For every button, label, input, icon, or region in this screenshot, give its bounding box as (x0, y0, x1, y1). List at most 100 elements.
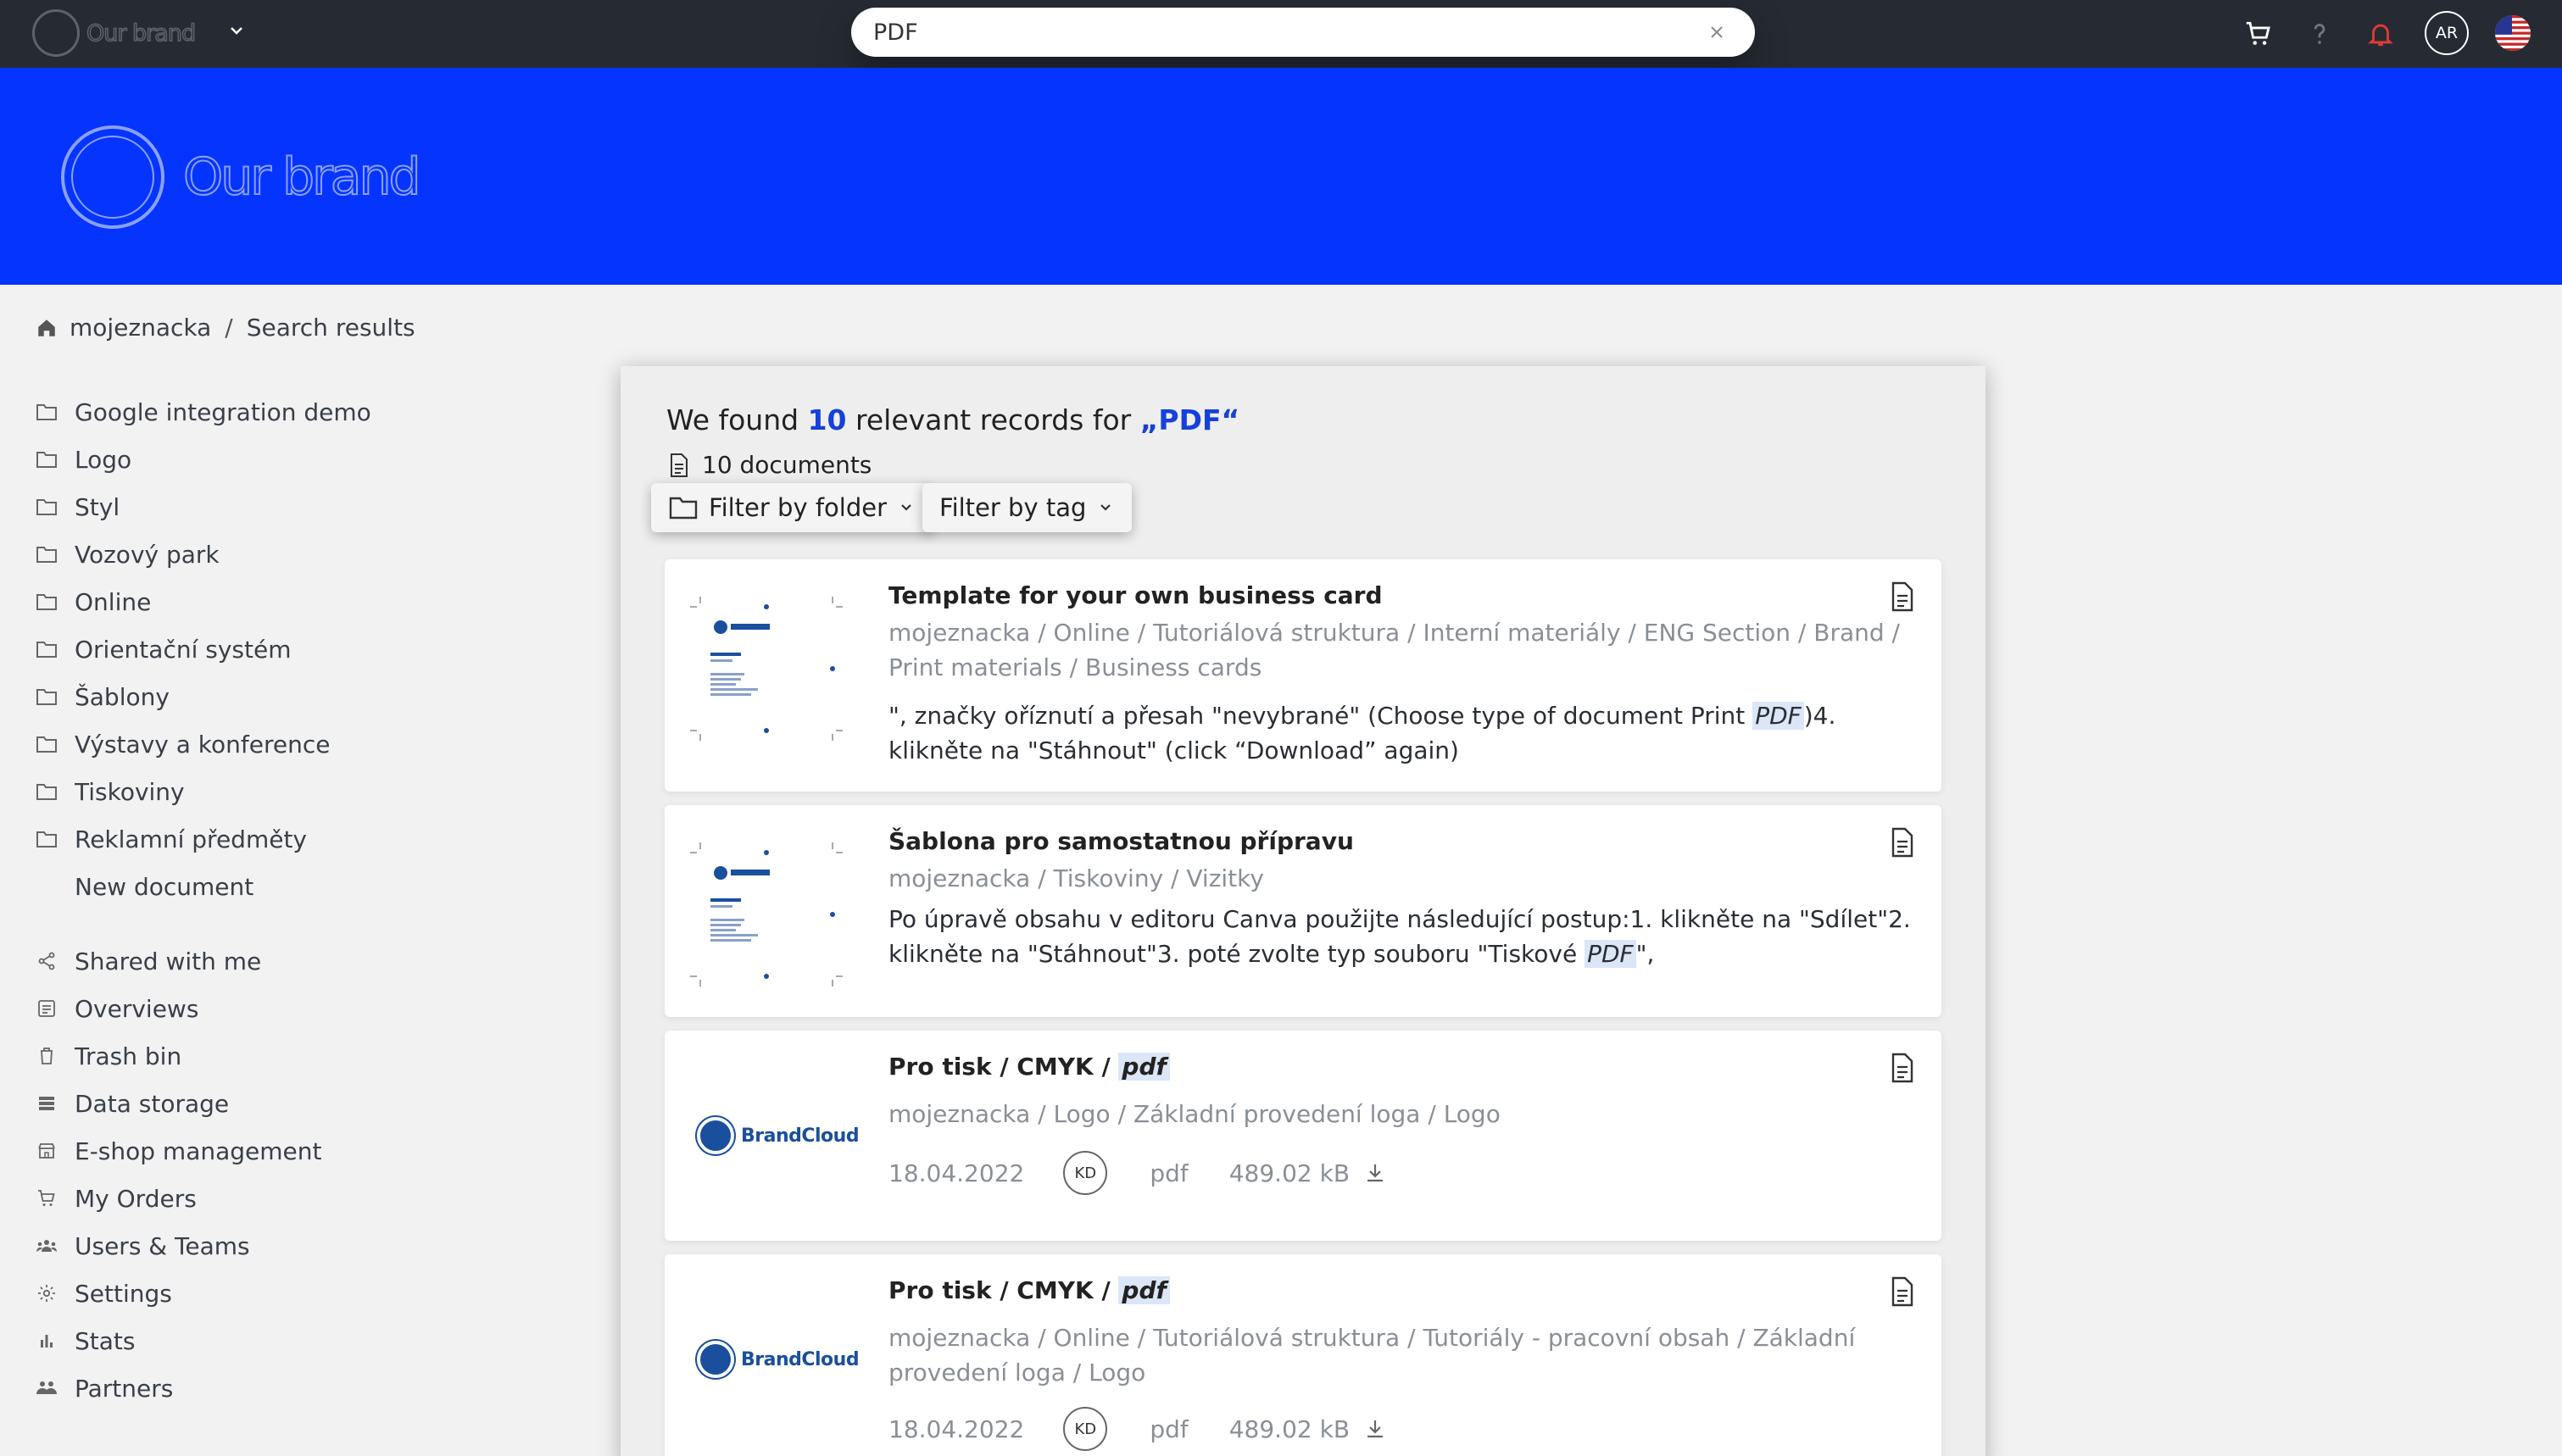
filter-by-tag-button[interactable]: Filter by tag (922, 483, 1133, 532)
sidebar-item-orders[interactable]: My Orders (34, 1181, 197, 1215)
author-avatar[interactable]: KD (1063, 1407, 1108, 1451)
sidebar-item-stats[interactable]: Stats (34, 1324, 135, 1358)
result-path: mojeznacka / Online / Tutoriálová strukt… (888, 1324, 1856, 1387)
brandcloud-logo-thumbnail: BrandCloud (697, 1341, 860, 1378)
brand-switcher[interactable]: Our brand (32, 9, 197, 57)
sidebar-item-label: Settings (75, 1279, 172, 1308)
sidebar-folder-label: Online (75, 587, 152, 616)
folder-icon (34, 636, 59, 662)
result-path: mojeznacka / Tiskoviny / Vizitky (888, 864, 1264, 892)
document-icon (1891, 581, 1913, 612)
top-bar: Our brand AR (0, 0, 2562, 68)
result-card[interactable]: BrandCloud Pro tisk / CMYK / pdf mojezna… (665, 1254, 1941, 1456)
sidebar-item-label: Trash bin (75, 1042, 182, 1070)
partners-icon (34, 1375, 59, 1401)
results-count: 10 (807, 403, 847, 436)
document-icon (1891, 1276, 1913, 1307)
sidebar-item-users-teams[interactable]: Users & Teams (34, 1229, 250, 1263)
sidebar-folder[interactable]: Vozový park (34, 537, 220, 571)
folder-icon (34, 447, 59, 472)
result-title[interactable]: Template for your own business card (888, 581, 1383, 609)
folder-icon (34, 684, 59, 709)
result-card[interactable]: Šablona pro samostatnou přípravu mojezna… (665, 805, 1941, 1017)
filter-by-folder-label: Filter by folder (709, 493, 888, 522)
filter-by-folder-button[interactable]: Filter by folder (651, 483, 933, 532)
results-summary: We found 10 relevant records for „PDF“ (666, 403, 1239, 436)
folder-icon (34, 826, 59, 852)
document-icon (1891, 1053, 1913, 1083)
result-snippet: Po úpravě obsahu v editoru Canva použijt… (888, 902, 1923, 971)
cart-icon[interactable] (2242, 17, 2275, 51)
sidebar-item-label: Shared with me (75, 947, 262, 975)
sidebar-item-shared[interactable]: Shared with me (34, 944, 261, 978)
sidebar-item-data-storage[interactable]: Data storage (34, 1086, 229, 1120)
document-count: 10 documents (668, 451, 872, 479)
avatar[interactable]: AR (2425, 11, 2469, 55)
sidebar-folder[interactable]: Tiskoviny (34, 775, 185, 809)
result-card[interactable]: BrandCloud Pro tisk / CMYK / pdf mojezna… (665, 1031, 1941, 1241)
result-card[interactable]: Template for your own business card moje… (665, 559, 1941, 792)
banner-brand-name: Our brand (182, 147, 422, 208)
folder-icon (34, 494, 59, 520)
sidebar-item-trash[interactable]: Trash bin (34, 1039, 181, 1073)
result-title[interactable]: Pro tisk / CMYK / pdf (888, 1276, 1170, 1304)
result-title[interactable]: Šablona pro samostatnou přípravu (888, 827, 1354, 855)
us-flag-icon[interactable] (2495, 15, 2531, 51)
sidebar-item-overviews[interactable]: Overviews (34, 992, 198, 1025)
brandcloud-logo-thumbnail: BrandCloud (697, 1117, 860, 1154)
home-icon (38, 319, 55, 336)
author-avatar[interactable]: KD (1063, 1151, 1108, 1195)
snippet-text: ", značky oříznutí a přesah "nevybrané" … (888, 702, 1753, 730)
sidebar-folder[interactable]: Orientační systém (34, 632, 292, 666)
gear-icon (34, 1281, 59, 1306)
sidebar-folder[interactable]: Reklamní předměty (34, 822, 307, 856)
sidebar-folder-label: Orientační systém (75, 635, 292, 664)
sidebar-folder[interactable]: Šablony (34, 680, 170, 714)
result-title[interactable]: Pro tisk / CMYK / pdf (888, 1053, 1170, 1081)
share-icon (34, 948, 59, 974)
new-document-link[interactable]: New document (75, 870, 253, 903)
new-document-label: New document (75, 872, 254, 901)
folder-icon (34, 731, 59, 757)
folder-icon (34, 542, 59, 567)
breadcrumb-home[interactable]: mojeznacka (70, 314, 211, 342)
sidebar-item-settings[interactable]: Settings (34, 1276, 172, 1310)
clear-search-icon[interactable] (1704, 19, 1729, 45)
folder-icon (669, 497, 698, 520)
breadcrumb-current: Search results (246, 314, 415, 342)
brand-logo-ring (32, 9, 80, 57)
sidebar-folder-label: Google integration demo (75, 397, 371, 426)
results-summary-prefix: We found (666, 403, 799, 436)
snippet-text: ", (1635, 940, 1655, 968)
sidebar-folder-label: Šablony (75, 682, 170, 711)
sidebar-folder[interactable]: Logo (34, 442, 131, 476)
result-snippet: ", značky oříznutí a přesah "nevybrané" … (888, 698, 1923, 768)
help-icon[interactable] (2303, 17, 2336, 51)
sidebar-folder[interactable]: Výstavy a konference (34, 727, 330, 761)
sidebar-folder[interactable]: Styl (34, 490, 120, 524)
business-card-thumbnail (690, 597, 843, 741)
folder-icon (34, 589, 59, 614)
download-icon[interactable] (1363, 1417, 1387, 1441)
bell-icon[interactable] (2364, 17, 2398, 51)
sidebar-folder[interactable]: Google integration demo (34, 395, 371, 429)
business-card-thumbnail (690, 842, 843, 986)
shop-icon (34, 1138, 59, 1164)
chevron-down-icon[interactable] (226, 20, 247, 41)
sidebar-folder-label: Tiskoviny (75, 777, 185, 806)
document-icon (671, 453, 688, 477)
result-title-text: Pro tisk / CMYK / (888, 1276, 1119, 1304)
download-icon[interactable] (1363, 1161, 1387, 1185)
brandcloud-logo-mark (697, 1341, 734, 1378)
result-date: 18.04.2022 (888, 1414, 1025, 1443)
sidebar-item-partners[interactable]: Partners (34, 1371, 173, 1405)
sidebar-item-label: E-shop management (75, 1136, 322, 1165)
sidebar-item-eshop[interactable]: E-shop management (34, 1134, 322, 1168)
search-input[interactable] (873, 19, 1687, 46)
document-count-label: 10 documents (702, 451, 872, 479)
brandcloud-logo-text: BrandCloud (741, 1348, 860, 1370)
result-meta: 18.04.2022 KD pdf 489.02 kB (888, 1151, 1387, 1195)
folder-icon (34, 779, 59, 804)
sidebar-folder[interactable]: Online (34, 585, 151, 619)
brand-name: Our brand (86, 19, 197, 47)
